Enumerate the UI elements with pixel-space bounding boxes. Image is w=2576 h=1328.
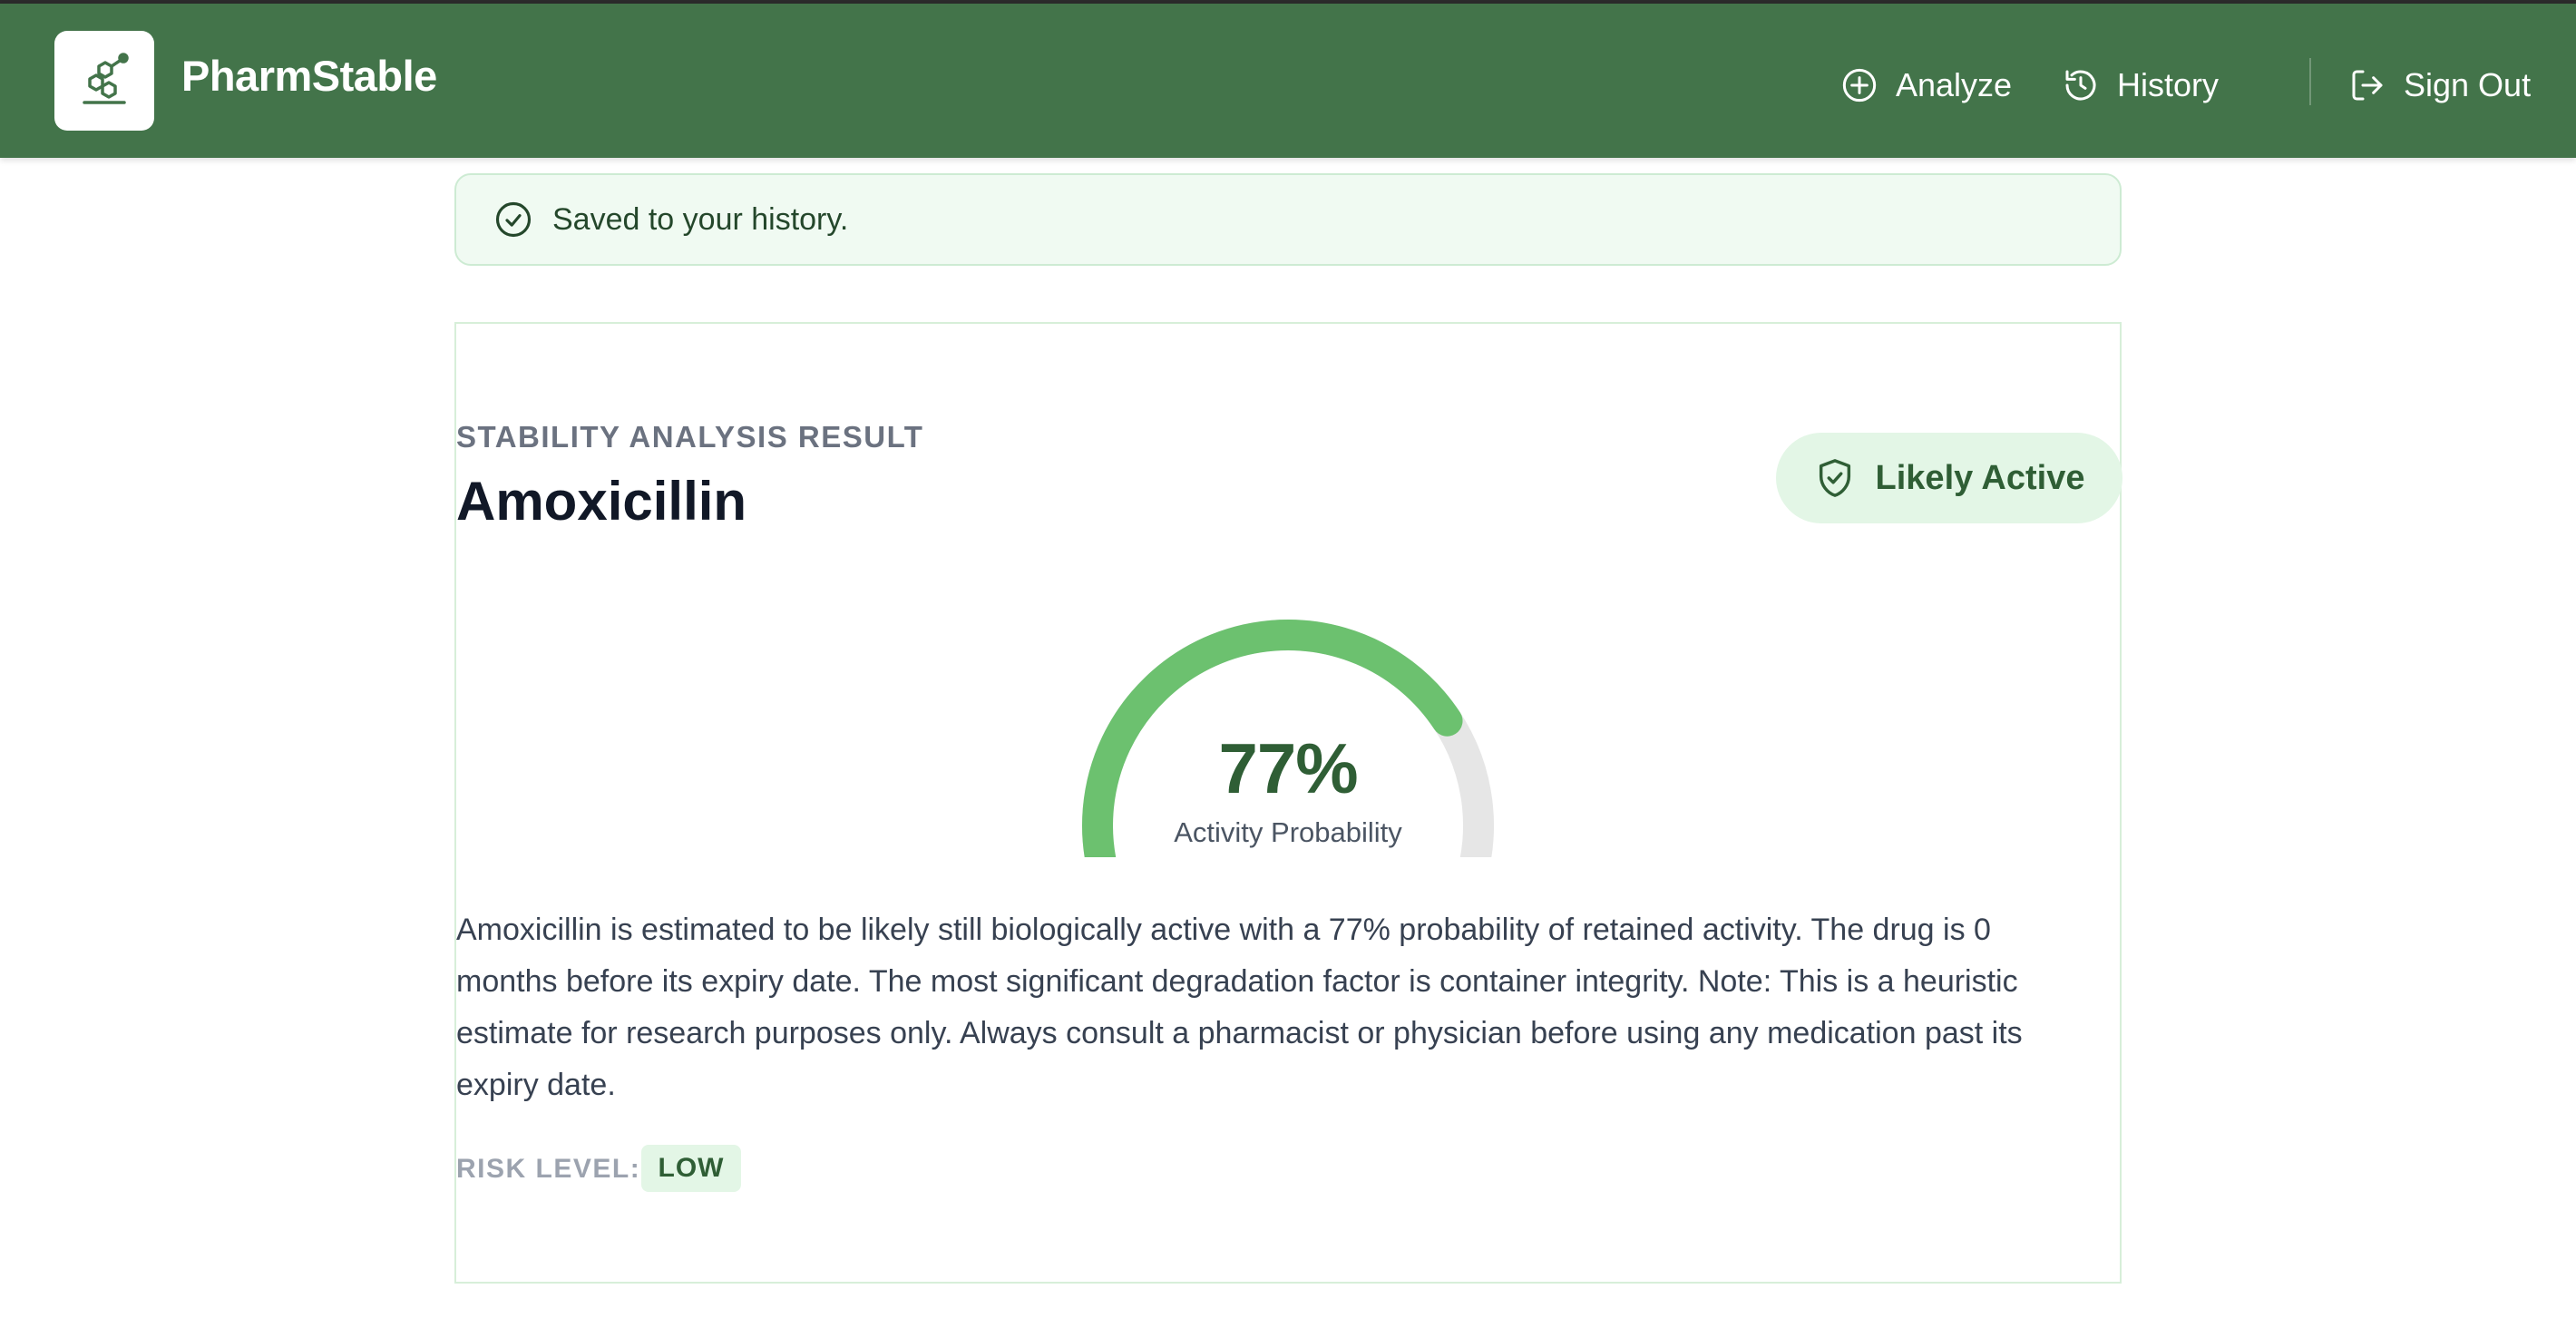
navbar: PharmStable Analyze History Sign Out (0, 4, 2576, 158)
risk-level-badge: LOW (641, 1145, 741, 1192)
brand-name[interactable]: PharmStable (181, 51, 437, 101)
risk-level-label: RISK LEVEL: (456, 1154, 641, 1184)
shield-check-icon (1819, 459, 1850, 497)
result-summary: Amoxicillin is estimated to be likely st… (456, 913, 2023, 1102)
drug-name: Amoxicillin (456, 471, 747, 532)
nav-history[interactable]: History (2063, 62, 2219, 109)
nav-sign-out[interactable]: Sign Out (2349, 62, 2531, 109)
saved-alert: Saved to your history. (454, 173, 2122, 266)
result-eyebrow: STABILITY ANALYSIS RESULT (456, 420, 924, 454)
molecule-icon (83, 53, 129, 104)
gauge-value: 77% (1218, 728, 1358, 808)
nav-analyze[interactable]: Analyze (1841, 62, 2012, 109)
plus-circle-icon (1842, 68, 1877, 103)
nav-history-label: History (2117, 66, 2220, 103)
gauge-label: Activity Probability (1174, 816, 1402, 848)
history-icon (2065, 70, 2096, 101)
nav-sign-out-label: Sign Out (2404, 66, 2532, 103)
check-circle-icon (495, 201, 532, 238)
verdict-label: Likely Active (1875, 458, 2085, 497)
nav-divider (2309, 58, 2311, 105)
verdict-badge: Likely Active (1776, 433, 2122, 523)
nav-analyze-label: Analyze (1896, 66, 2013, 103)
saved-alert-text: Saved to your history. (552, 201, 849, 237)
logo[interactable] (54, 31, 154, 131)
log-out-icon (2352, 70, 2383, 101)
